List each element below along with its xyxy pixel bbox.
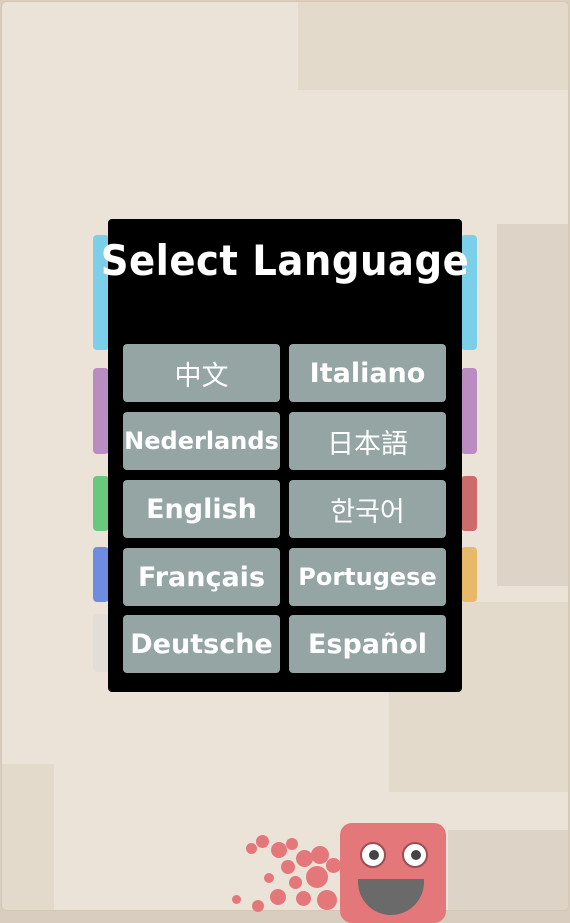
mascot-mouth <box>358 879 424 915</box>
side-tab-green-left <box>93 476 109 531</box>
mascot-right-eye <box>402 842 428 868</box>
language-button-dutch[interactable]: Nederlands <box>123 412 280 470</box>
language-button-portuguese[interactable]: Portugese <box>289 548 446 606</box>
language-button-french[interactable]: Français <box>123 548 280 606</box>
side-tab-purple-right <box>461 368 477 454</box>
language-button-japanese[interactable]: 日本語 <box>289 412 446 470</box>
side-tab-gray-left <box>93 614 109 672</box>
dialog-title: Select Language <box>100 236 470 285</box>
background-patch <box>298 2 568 90</box>
side-tab-red-right <box>461 476 477 531</box>
background-patch <box>448 830 568 910</box>
side-tab-orange-right <box>461 547 477 602</box>
language-button-italian[interactable]: Italiano <box>289 344 446 402</box>
language-button-korean[interactable]: 한국어 <box>289 480 446 538</box>
side-tab-purple-left <box>93 368 109 454</box>
side-tab-indigo-left <box>93 547 109 602</box>
red-monster-mascot <box>340 823 446 923</box>
mascot-left-eye <box>360 842 386 868</box>
background-patch <box>2 764 54 910</box>
language-button-german[interactable]: Deutsche <box>123 615 280 673</box>
language-button-spanish[interactable]: Español <box>289 615 446 673</box>
language-button-english[interactable]: English <box>123 480 280 538</box>
language-button-chinese[interactable]: 中文 <box>123 344 280 402</box>
